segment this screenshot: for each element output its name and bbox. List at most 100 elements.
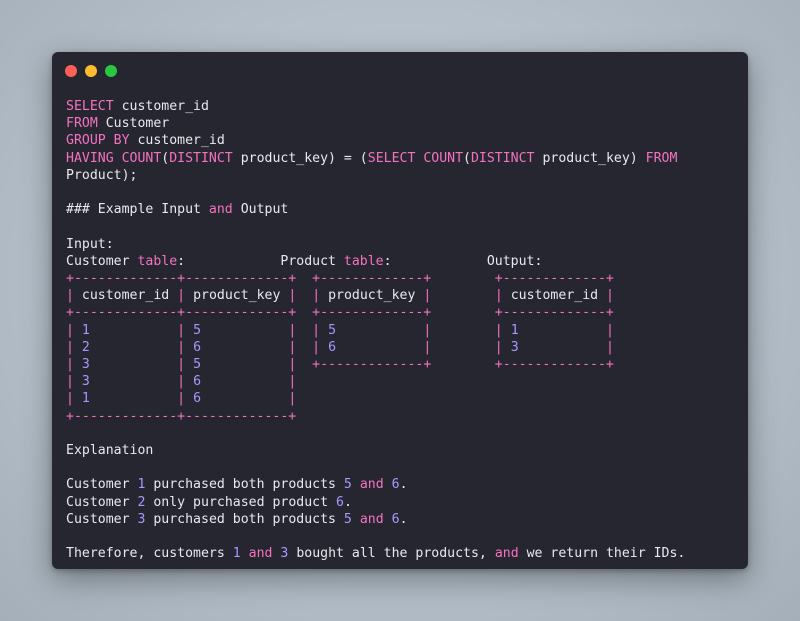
code-text: bought all the products, — [288, 546, 495, 562]
code-line: | 3 | 5 | +-------------+ +-------------… — [66, 357, 614, 372]
code-text: customer_id — [73, 288, 178, 304]
table-border-token: | | — [201, 339, 329, 355]
code-line: SELECT customer_id — [66, 99, 209, 114]
code-line: +-------------+-------------+ +---------… — [66, 271, 614, 286]
code-text: Input: — [66, 236, 114, 252]
number-token: 1 — [81, 322, 90, 338]
code-line: | 2 | 6 | | 6 | | 3 | — [66, 340, 614, 355]
keyword-token: GROUP BY — [66, 133, 130, 149]
table-border-token: | — [494, 288, 503, 304]
code-line: FROM Customer — [66, 116, 169, 131]
code-line: | 3 | 6 | — [66, 374, 296, 389]
number-token: 6 — [391, 511, 400, 527]
code-line: Product); — [66, 168, 137, 183]
number-token: 1 — [510, 322, 519, 338]
code-text: . — [399, 511, 408, 527]
code-text: Customer — [66, 511, 138, 527]
code-text: we return their IDs. — [518, 546, 686, 562]
table-border-token: | — [89, 391, 194, 407]
keyword-token: and — [494, 546, 519, 562]
table-border-token: | — [518, 339, 614, 355]
keyword-token: and — [359, 477, 384, 493]
number-token: 3 — [510, 339, 519, 355]
table-border-token: | — [312, 288, 321, 304]
code-text: ( — [463, 150, 471, 166]
keyword-token: table — [137, 253, 178, 269]
code-text: Customer — [66, 477, 138, 493]
table-border-token: | — [89, 357, 194, 373]
code-text: customer_id — [129, 133, 225, 149]
number-token: 5 — [193, 322, 202, 338]
number-token: 6 — [391, 477, 400, 493]
code-text: purchased both products — [145, 477, 344, 493]
code-text: product_key) = ( — [232, 150, 368, 166]
code-line: Customer table: Product table: Output: — [66, 254, 542, 269]
keyword-token: FROM — [645, 150, 678, 166]
table-border-token: | +-------------+ +-------------+ — [201, 357, 614, 373]
code-line: | customer_id | product_key | | product_… — [66, 288, 614, 303]
code-line: +-------------+-------------+ — [66, 409, 296, 424]
keyword-token: and — [248, 546, 273, 562]
number-token: 3 — [81, 357, 90, 373]
table-border-token: +-------------+-------------+ — [66, 408, 297, 424]
number-token: 5 — [193, 357, 202, 373]
window-controls — [65, 65, 117, 77]
code-text: : Output: — [383, 253, 543, 269]
code-line: HAVING COUNT(DISTINCT product_key) = (SE… — [66, 151, 677, 166]
code-line: Therefore, customers 1 and 3 bought all … — [66, 546, 685, 561]
code-text: product_key) — [534, 150, 646, 166]
keyword-token: table — [343, 253, 384, 269]
table-border-token: +-------------+-------------+ +---------… — [66, 271, 614, 287]
number-token: 5 — [343, 511, 352, 527]
number-token: 1 — [232, 546, 241, 562]
code-block: SELECT customer_id FROM Customer GROUP B… — [66, 98, 685, 562]
zoom-dot-icon[interactable] — [105, 65, 117, 77]
code-text: Customer — [66, 494, 138, 510]
code-text: . — [343, 494, 352, 510]
code-line: +-------------+-------------+ +---------… — [66, 305, 614, 320]
table-border-token: | | — [336, 322, 511, 338]
keyword-token: DISTINCT — [470, 150, 535, 166]
minimize-dot-icon[interactable] — [85, 65, 97, 77]
table-border-token: +-------------+-------------+ +---------… — [66, 305, 614, 321]
close-dot-icon[interactable] — [65, 65, 77, 77]
table-border-token: | — [89, 339, 194, 355]
code-text: . — [399, 477, 408, 493]
code-text: product_key — [185, 288, 289, 304]
code-text: : Product — [177, 253, 344, 269]
keyword-token: SELECT — [66, 99, 114, 114]
code-text: product_key — [320, 288, 424, 304]
code-text: Explanation — [66, 443, 154, 459]
number-token: 1 — [81, 391, 90, 407]
table-border-token: | — [89, 374, 194, 390]
table-border-token: | — [89, 322, 194, 338]
table-border-token: | — [201, 374, 297, 390]
keyword-token: SELECT COUNT — [367, 150, 464, 166]
code-text: Customer — [66, 253, 138, 269]
table-border-token: | — [66, 391, 82, 407]
code-line: Customer 2 only purchased product 6. — [66, 495, 352, 510]
number-token: 5 — [328, 322, 337, 338]
code-text: ### Example Input — [66, 202, 209, 218]
number-token: 6 — [328, 339, 337, 355]
code-text: Therefore, customers — [66, 546, 233, 562]
code-line: Customer 3 purchased both products 5 and… — [66, 512, 408, 527]
number-token: 6 — [193, 391, 202, 407]
number-token: 3 — [81, 374, 90, 390]
code-line: Input: — [66, 237, 114, 252]
code-text: customer_id — [502, 288, 607, 304]
code-line: Explanation — [66, 443, 153, 458]
number-token: 6 — [335, 494, 344, 510]
code-line: | 1 | 6 | — [66, 391, 296, 406]
keyword-token: HAVING COUNT — [66, 150, 162, 166]
table-border-token: | — [66, 357, 82, 373]
keyword-token: DISTINCT — [169, 150, 233, 166]
code-window: SELECT customer_id FROM Customer GROUP B… — [52, 52, 748, 569]
number-token: 5 — [343, 477, 352, 493]
keyword-token: and — [359, 511, 384, 527]
code-text: purchased both products — [145, 511, 344, 527]
